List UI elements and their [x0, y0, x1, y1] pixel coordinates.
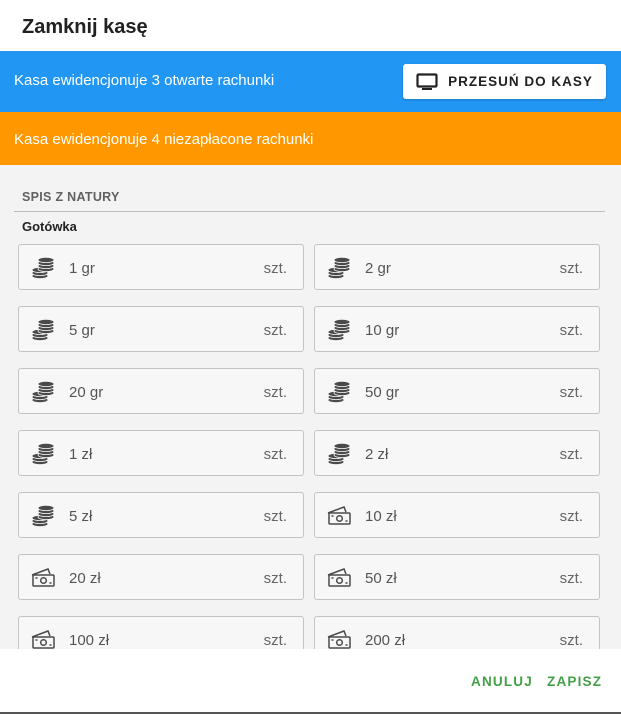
denomination-field[interactable]: 1 zł szt.	[18, 430, 304, 476]
coins-icon	[326, 319, 352, 341]
denomination-field[interactable]: 2 gr szt.	[314, 244, 600, 290]
banknote-icon	[30, 629, 56, 649]
save-button[interactable]: ZAPISZ	[547, 674, 602, 689]
denomination-field[interactable]: 1 gr szt.	[18, 244, 304, 290]
unpaid-bills-banner: Kasa ewidencjonuje 4 niezapłacone rachun…	[0, 112, 621, 165]
unpaid-bills-message: Kasa ewidencjonuje 4 niezapłacone rachun…	[14, 131, 314, 148]
denomination-field[interactable]: 2 zł szt.	[314, 430, 600, 476]
unit-suffix: szt.	[559, 322, 583, 339]
denomination-field[interactable]: 20 zł szt.	[18, 554, 304, 600]
denomination-field[interactable]: 5 zł szt.	[18, 492, 304, 538]
banknote-icon	[30, 567, 56, 589]
denomination-field[interactable]: 10 zł szt.	[314, 492, 600, 538]
dialog-title: Zamknij kasę	[22, 16, 148, 38]
denomination-label: 100 zł	[69, 632, 110, 649]
coins-icon	[30, 319, 56, 341]
denomination-field[interactable]: 5 gr szt.	[18, 306, 304, 352]
coins-icon	[326, 257, 352, 279]
coins-icon	[30, 257, 56, 279]
denomination-label: 1 zł	[69, 446, 93, 463]
banknote-icon	[326, 629, 352, 649]
denomination-field[interactable]: 200 zł szt.	[314, 616, 600, 649]
banknote-icon	[326, 567, 352, 589]
unit-suffix: szt.	[263, 570, 287, 587]
unit-suffix: szt.	[559, 446, 583, 463]
unit-suffix: szt.	[263, 322, 287, 339]
denomination-label: 10 zł	[365, 508, 397, 525]
unit-suffix: szt.	[559, 632, 583, 649]
close-register-dialog: Zamknij kasę Kasa ewidencjonuje 3 otwart…	[0, 0, 621, 714]
denomination-label: 200 zł	[365, 632, 406, 649]
dialog-footer: ANULUJ ZAPISZ	[0, 649, 621, 714]
denomination-field[interactable]: 20 gr szt.	[18, 368, 304, 414]
cancel-button[interactable]: ANULUJ	[471, 674, 533, 689]
unit-suffix: szt.	[263, 384, 287, 401]
unit-suffix: szt.	[263, 446, 287, 463]
unit-suffix: szt.	[559, 570, 583, 587]
unit-suffix: szt.	[263, 260, 287, 277]
denomination-label: 2 gr	[365, 260, 391, 277]
denomination-label: 5 gr	[69, 322, 95, 339]
unit-suffix: szt.	[263, 632, 287, 649]
denomination-label: 50 zł	[365, 570, 397, 587]
denomination-field[interactable]: 50 zł szt.	[314, 554, 600, 600]
coins-icon	[30, 443, 56, 465]
denomination-field[interactable]: 50 gr szt.	[314, 368, 600, 414]
unit-suffix: szt.	[559, 260, 583, 277]
move-to-register-button[interactable]: PRZESUŃ DO KASY	[403, 64, 606, 99]
coins-icon	[30, 381, 56, 403]
denomination-field[interactable]: 100 zł szt.	[18, 616, 304, 649]
section-divider	[14, 211, 605, 212]
open-bills-message: Kasa ewidencjonuje 3 otwarte rachunki	[14, 72, 275, 89]
denomination-label: 2 zł	[365, 446, 389, 463]
unit-suffix: szt.	[559, 384, 583, 401]
denomination-field[interactable]: 10 gr szt.	[314, 306, 600, 352]
unit-suffix: szt.	[263, 508, 287, 525]
coins-icon	[326, 381, 352, 403]
inventory-section[interactable]: SPIS Z NATURY Gotówka 1 gr szt. 2 gr szt. 5 …	[0, 165, 621, 649]
coins-icon	[30, 505, 56, 527]
denomination-label: 5 zł	[69, 508, 93, 525]
move-to-register-label: PRZESUŃ DO KASY	[448, 74, 593, 89]
coins-icon	[326, 443, 352, 465]
denomination-label: 10 gr	[365, 322, 400, 339]
cash-subheader: Gotówka	[22, 219, 77, 234]
monitor-icon	[416, 72, 438, 90]
unit-suffix: szt.	[559, 508, 583, 525]
denomination-label: 1 gr	[69, 260, 95, 277]
denomination-label: 50 gr	[365, 384, 400, 401]
denomination-label: 20 zł	[69, 570, 101, 587]
section-header: SPIS Z NATURY	[22, 190, 120, 204]
open-bills-banner: Kasa ewidencjonuje 3 otwarte rachunki PR…	[0, 51, 621, 112]
banknote-icon	[326, 505, 352, 527]
denomination-label: 20 gr	[69, 384, 104, 401]
